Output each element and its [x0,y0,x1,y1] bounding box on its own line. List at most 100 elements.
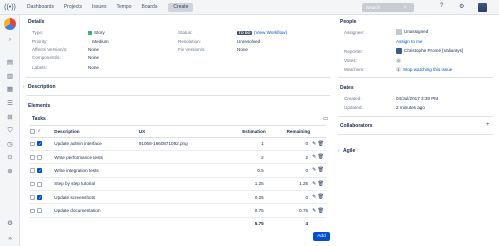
done-checkbox[interactable] [37,154,43,160]
trash-icon[interactable]: 🗑 [318,154,324,160]
edit-icon[interactable]: ✎ [312,154,316,160]
done-checkbox[interactable] [37,208,43,214]
add-item-icon[interactable]: ⊕ [5,167,15,177]
reporter-avatar [396,48,402,54]
edit-icon[interactable]: ✎ [312,167,316,173]
row-actions: ✎ 🗑 [310,137,326,151]
done-cell[interactable]: ✓ [37,190,55,205]
chevron-right-icon[interactable]: › [23,84,25,89]
watchers-count: 1 [396,67,401,72]
done-checkbox[interactable]: ✓ [37,141,43,147]
nav-issues[interactable]: Issues [92,4,106,10]
tasks-table: ✓ Description UX Estimation Remaining ✓ U… [30,126,326,229]
task-remaining: 0 [265,190,311,205]
row-select-cell[interactable] [30,137,38,151]
priority-up-icon: ↑ [88,39,91,44]
nav-projects[interactable]: Projects [64,4,82,10]
backlog-icon[interactable]: ▥ [5,72,15,82]
nav-boards[interactable]: Boards [142,4,158,10]
row-select-checkbox[interactable] [30,141,35,147]
task-ux-attachment[interactable] [138,163,234,178]
done-cell[interactable]: ✓ [37,137,55,151]
watchers-value: 1 Stop watching this issue [396,67,452,72]
reports-icon[interactable]: ▦ [5,85,15,95]
nav-tempo[interactable]: Tempo [116,4,131,10]
done-checkbox[interactable]: ✓ [37,194,43,200]
row-select-checkbox[interactable] [30,168,35,173]
tasks-heading: Tasks [32,116,46,122]
done-checkbox[interactable]: ✓ [37,168,43,174]
app-logo[interactable]: ((•)) [0,0,20,15]
labels-value: None [88,65,99,70]
task-remaining: 2 [265,150,311,165]
row-select-checkbox[interactable] [30,155,35,160]
column-remaining: Remaining [265,126,311,138]
settings-icon[interactable]: ⚙ [459,3,464,10]
comment-icon[interactable]: ▭ [323,116,328,122]
trash-icon[interactable]: 🗑 [318,181,324,187]
watchers-label: Watchers: [344,67,365,72]
done-cell[interactable] [37,150,55,165]
help-icon[interactable]: ? [440,3,443,9]
description-heading[interactable]: Description [28,84,56,90]
select-all-cell[interactable] [30,126,38,138]
project-avatar[interactable] [4,18,16,30]
task-ux-attachment[interactable] [138,203,234,218]
row-select-checkbox[interactable] [30,195,35,200]
reporter-text[interactable]: Christophe Promé [Valiantys] [404,48,463,53]
column-description: Description [54,126,139,138]
edit-icon[interactable]: ✎ [312,208,316,214]
stop-watching-link[interactable]: Stop watching this issue [403,67,452,72]
add-task-button[interactable]: Add [313,232,330,241]
components-icon[interactable]: ⊞ [5,113,15,123]
row-actions: ✎ 🗑 [310,163,326,178]
edit-icon[interactable]: ✎ [312,181,316,187]
row-select-checkbox[interactable] [30,181,35,187]
row-select-cell[interactable] [30,177,38,192]
chevron-right-icon[interactable]: › [5,35,15,45]
done-cell[interactable]: ✓ [37,163,55,178]
row-select-cell[interactable] [30,163,38,178]
add-collaborator-icon[interactable]: + [486,122,490,128]
task-description: Write integration tests [54,163,139,178]
priority-value: ↑ Medium [88,39,109,44]
board-icon[interactable]: ▤ [5,58,15,68]
select-all-checkbox[interactable] [30,129,35,134]
project-settings-icon[interactable]: ⚙ [5,219,15,229]
done-cell[interactable] [37,177,55,192]
agile-heading[interactable]: Agile [343,148,355,154]
view-workflow-link[interactable]: (View Workflow) [254,30,287,35]
user-avatar[interactable] [478,3,487,12]
row-actions: ✎ 🗑 [310,150,326,165]
collapse-sidebar-icon[interactable]: » [5,234,15,244]
create-button[interactable]: Create [168,2,194,12]
timer-icon[interactable]: ⊙ [5,153,15,163]
row-select-cell[interactable] [30,203,38,218]
releases-icon[interactable]: ⛉ [5,126,15,136]
issues-icon[interactable]: ☰ [5,99,15,109]
priority-label: Priority: [32,39,48,44]
edit-icon[interactable]: ✎ [312,194,316,200]
nav-dashboards[interactable]: Dashboards [27,4,54,10]
done-checkbox[interactable] [37,181,43,187]
trash-icon[interactable]: 🗑 [318,141,324,147]
task-ux-attachment[interactable]: 91068-1660871092.png [138,137,234,151]
unassigned-avatar-icon [396,29,402,35]
row-select-checkbox[interactable] [30,208,35,214]
status-label: Status: [178,30,193,35]
row-select-cell[interactable] [30,150,38,165]
chevron-right-icon[interactable]: › [338,148,340,153]
task-ux-attachment[interactable] [138,190,234,205]
trash-icon[interactable]: 🗑 [318,194,324,200]
total-estimation: 5.75 [254,221,264,227]
task-ux-attachment[interactable] [138,150,234,165]
row-select-cell[interactable] [30,190,38,205]
votes-value[interactable]: 0 [396,58,401,63]
assign-to-me-link[interactable]: Assign to me [396,39,423,44]
tempo-icon[interactable]: ◷ [5,140,15,150]
trash-icon[interactable]: 🗑 [318,167,324,173]
edit-icon[interactable]: ✎ [312,141,316,147]
task-ux-attachment[interactable] [138,177,234,192]
trash-icon[interactable]: 🗑 [318,208,324,214]
done-cell[interactable] [37,203,55,218]
